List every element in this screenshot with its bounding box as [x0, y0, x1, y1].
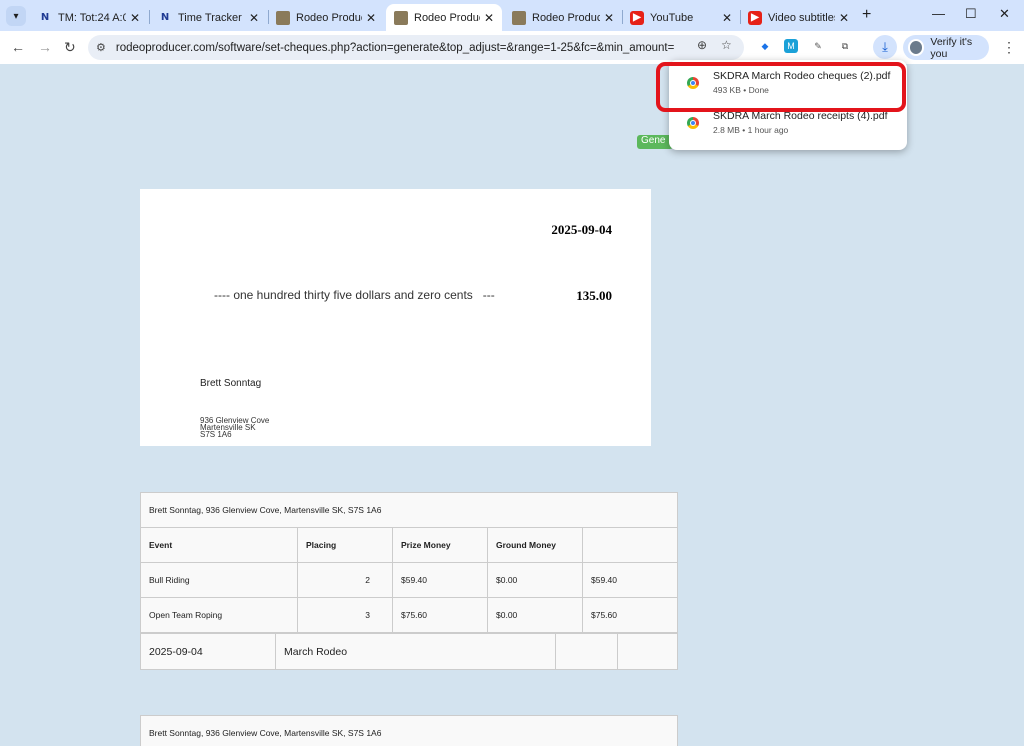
- extension-signature-icon[interactable]: ✎: [811, 39, 825, 53]
- tab-rodeo-producer-3[interactable]: Rodeo Producer ✕: [504, 4, 622, 31]
- rodeo-favicon-icon: [276, 10, 290, 25]
- stub-footer-row: 2025-09-04 March Rodeo: [140, 633, 678, 670]
- avatar: [908, 39, 925, 56]
- downloads-button[interactable]: ⤓: [873, 35, 897, 59]
- notion-n-icon: N: [40, 12, 50, 23]
- tab-search-button[interactable]: ▾: [6, 6, 26, 26]
- stub-payee-line: Brett Sonntag, 936 Glenview Cove, Marten…: [140, 715, 678, 746]
- extension-m-icon[interactable]: M: [784, 39, 798, 53]
- close-icon[interactable]: ✕: [484, 11, 494, 25]
- tab-rodeo-producer-1[interactable]: Rodeo Producer ✕: [268, 4, 384, 31]
- chrome-file-icon: [687, 117, 699, 129]
- rodeo-favicon-icon: [394, 10, 408, 25]
- tab-youtube[interactable]: ▶ YouTube ✕: [622, 4, 740, 31]
- cheque-preview: 2025-09-04 ---- one hundred thirty five …: [140, 189, 651, 446]
- profile-button[interactable]: Verify it's you: [903, 35, 989, 60]
- close-icon[interactable]: ✕: [604, 11, 614, 25]
- table-row: Open Team Roping 3 $75.60 $0.00 $75.60: [140, 597, 678, 633]
- chevron-down-icon: ▾: [13, 10, 19, 22]
- cheque-stub: Brett Sonntag, 936 Glenview Cove, Marten…: [140, 492, 678, 670]
- address-bar[interactable]: ⚙ rodeoproducer.com/software/set-cheques…: [88, 35, 744, 60]
- generate-button[interactable]: Gene: [637, 135, 673, 149]
- youtube-icon: ▶: [748, 10, 762, 25]
- new-tab-button[interactable]: +: [862, 6, 871, 24]
- close-icon[interactable]: ✕: [130, 11, 140, 25]
- close-icon[interactable]: ✕: [839, 11, 849, 25]
- zoom-icon[interactable]: ⊕: [697, 38, 707, 52]
- cheque-amount-words: ---- one hundred thirty five dollars and…: [214, 288, 495, 302]
- notion-n-icon: N: [160, 12, 170, 23]
- site-info-icon[interactable]: ⚙: [96, 41, 106, 54]
- youtube-icon: ▶: [630, 10, 644, 25]
- download-icon: ⤓: [882, 39, 888, 54]
- cheque-payee: Brett Sonntag: [200, 378, 262, 389]
- menu-kebab-icon[interactable]: ⋮: [1002, 39, 1016, 56]
- bookmark-star-icon[interactable]: ☆: [721, 38, 732, 52]
- back-arrow-icon[interactable]: ←: [11, 39, 25, 55]
- tab-tm-tot[interactable]: N TM: Tot:24 A:0, E ✕: [30, 4, 148, 31]
- close-icon[interactable]: ✕: [249, 11, 259, 25]
- cheque-amount: 135.00: [576, 288, 612, 303]
- cheque-address: 936 Glenview Cove Martensville SK S7S 1A…: [200, 416, 270, 439]
- reload-icon[interactable]: ↻: [64, 39, 76, 56]
- tab-strip: ▾ N TM: Tot:24 A:0, E ✕ N Time Tracker ✕…: [0, 0, 1024, 31]
- table-row: Bull Riding 2 $59.40 $0.00 $59.40: [140, 562, 678, 598]
- cheque-date: 2025-09-04: [551, 222, 612, 237]
- highlight-annotation: [656, 62, 906, 112]
- close-icon[interactable]: ✕: [366, 11, 376, 25]
- close-icon[interactable]: ✕: [722, 11, 732, 25]
- tab-video-subtitles[interactable]: ▶ Video subtitles - ✕: [740, 4, 857, 31]
- maximize-button[interactable]: ☐: [965, 6, 977, 22]
- window-close-button[interactable]: ✕: [999, 6, 1010, 22]
- stub-header-row: Event Placing Prize Money Ground Money: [140, 527, 678, 563]
- extension-tag-icon[interactable]: ◆: [758, 39, 772, 53]
- tab-time-tracker[interactable]: N Time Tracker ✕: [150, 4, 267, 31]
- rodeo-favicon-icon: [512, 10, 526, 25]
- cheque-stub-2: Brett Sonntag, 936 Glenview Cove, Marten…: [140, 715, 678, 746]
- stub-payee-line: Brett Sonntag, 936 Glenview Cove, Marten…: [140, 492, 678, 528]
- extensions-puzzle-icon[interactable]: ⧉: [838, 39, 852, 53]
- forward-arrow-icon[interactable]: →: [38, 39, 52, 55]
- tab-rodeo-producer-active[interactable]: Rodeo Producer ✕: [386, 4, 502, 31]
- minimize-button[interactable]: —: [932, 6, 945, 21]
